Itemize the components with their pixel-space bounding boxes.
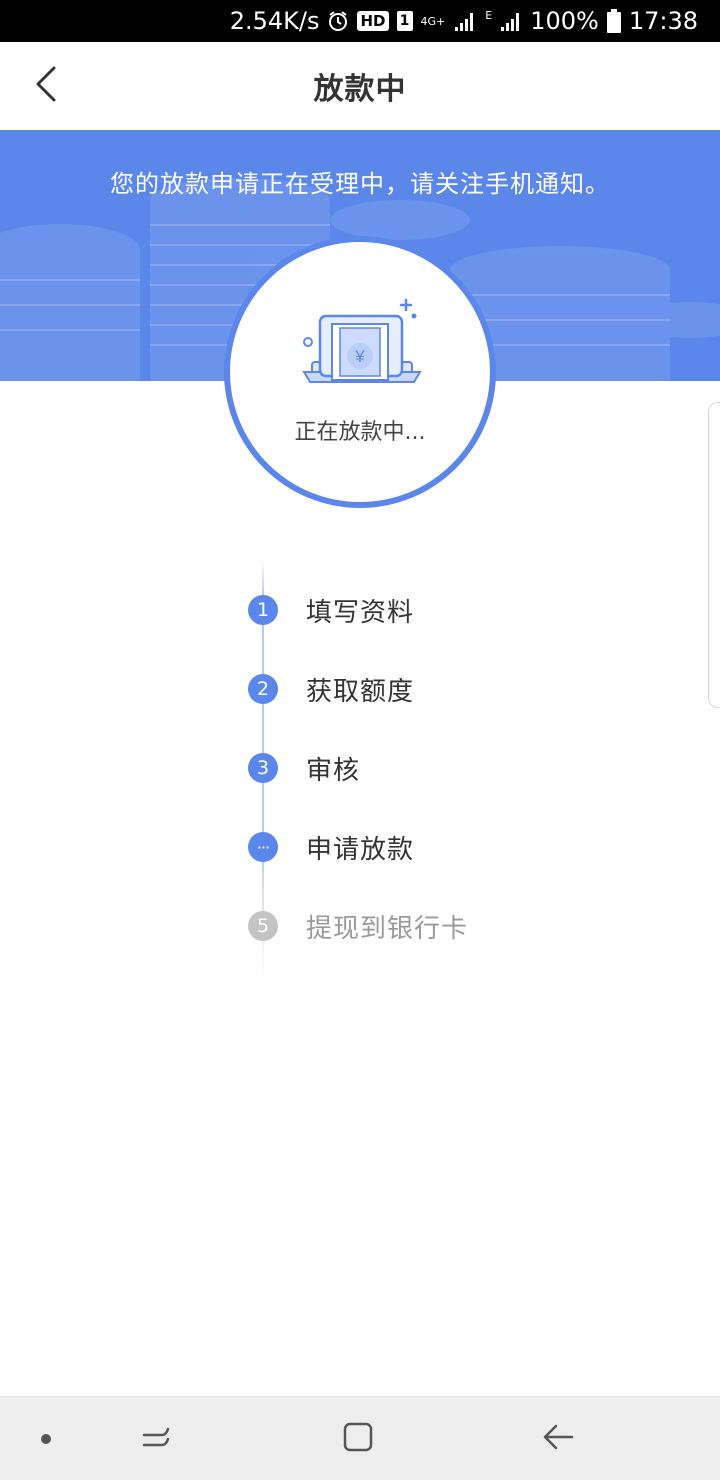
- back-button[interactable]: [24, 64, 68, 108]
- step-label: 填写资料: [306, 597, 415, 628]
- banner-notice-text: 您的放款申请正在受理中，请关注手机通知。: [110, 170, 610, 198]
- clock-time: 17:38: [628, 7, 698, 35]
- alarm-icon: [327, 10, 349, 32]
- recent-apps-icon: [140, 1423, 172, 1455]
- step-item-apply-disbursement: ··· 申请放款: [248, 831, 415, 865]
- status-circle: ¥ 正在放款中...: [224, 236, 496, 508]
- home-button[interactable]: [336, 1417, 380, 1461]
- system-back-button[interactable]: [536, 1417, 580, 1461]
- system-nav-bar: [0, 1396, 720, 1480]
- step-label: 提现到银行卡: [306, 913, 469, 944]
- battery-percent: 100%: [530, 7, 599, 35]
- chevron-left-icon: [34, 66, 58, 106]
- step-marker: 3: [248, 753, 278, 783]
- step-label: 获取额度: [306, 676, 415, 707]
- step-item-withdraw-to-card: 5 提现到银行卡: [248, 910, 469, 944]
- dot-icon: [40, 1430, 52, 1449]
- battery-icon: [606, 9, 621, 33]
- network-speed: 2.54K/s: [229, 7, 320, 35]
- step-marker: 1: [248, 595, 278, 625]
- step-label: 审核: [306, 755, 361, 786]
- step-marker-pending: 5: [248, 911, 278, 941]
- signal-bars-2-icon: [500, 9, 522, 33]
- signal-4g-icon: 4G+: [420, 14, 446, 28]
- step-label: 申请放款: [306, 834, 415, 865]
- atm-yuan-icon: ¥: [302, 298, 422, 383]
- progress-steps: 1 填写资料 2 获取额度 3 审核 ··· 申请放款 5 提现到银行卡: [0, 560, 720, 980]
- sim-slot-badge: 1: [396, 11, 413, 31]
- hd-voice-badge: HD: [357, 11, 389, 31]
- arrow-left-icon: [542, 1423, 574, 1455]
- loan-disbursing-screen: 2.54K/s HD 1 4G+ E 100% 17:38 放款中 您的放款申请…: [0, 0, 720, 1480]
- step-item-get-quota: 2 获取额度: [248, 673, 415, 707]
- svg-text:¥: ¥: [354, 347, 365, 366]
- step-item-fill-info: 1 填写资料: [248, 594, 415, 628]
- status-circle-inner: ¥ 正在放款中...: [230, 242, 490, 502]
- step-marker-in-progress: ···: [248, 832, 278, 862]
- recent-apps-button[interactable]: [134, 1417, 178, 1461]
- page-title: 放款中: [313, 72, 407, 107]
- signal-bars-icon: [453, 9, 477, 33]
- step-item-review: 3 审核: [248, 752, 361, 786]
- network-e-label: E: [485, 9, 493, 22]
- step-marker: 2: [248, 674, 278, 704]
- home-square-icon: [342, 1421, 374, 1457]
- status-text: 正在放款中...: [294, 420, 426, 445]
- nav-dot-button[interactable]: [24, 1417, 68, 1461]
- status-bar: 2.54K/s HD 1 4G+ E 100% 17:38: [0, 0, 720, 42]
- app-header: 放款中: [0, 42, 720, 130]
